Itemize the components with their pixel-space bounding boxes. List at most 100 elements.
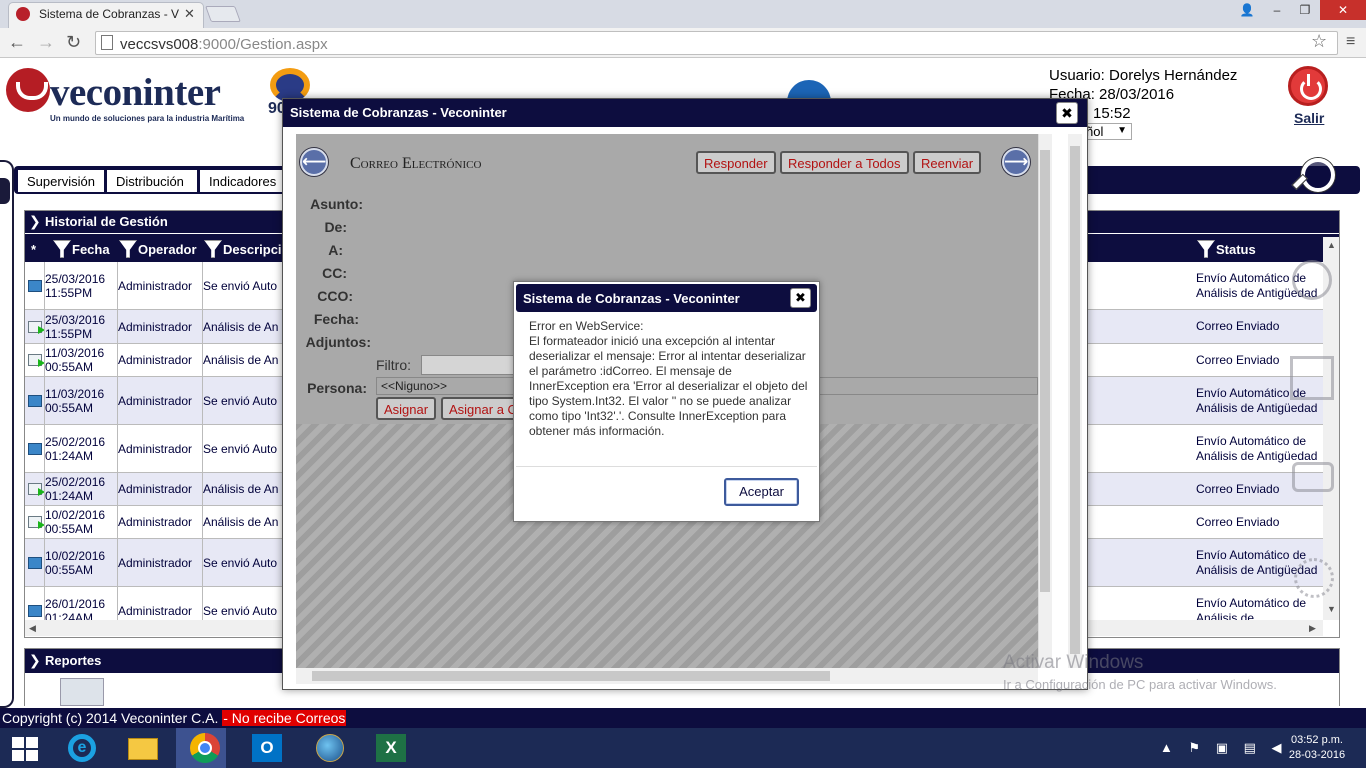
browser-tabstrip: [0, 0, 1366, 28]
profile-icon[interactable]: 👤: [1232, 0, 1262, 20]
reply-all-button[interactable]: Responder a Todos: [780, 151, 909, 174]
system-tray[interactable]: ▲ ⚑ ▣ ▤ ◀: [1160, 740, 1288, 756]
row-icon-cell: [25, 506, 45, 538]
power-icon[interactable]: [1288, 66, 1328, 106]
restore-button[interactable]: ❐: [1290, 0, 1320, 20]
iso-badge-icon: [270, 68, 310, 102]
row-icon-cell: [25, 377, 45, 424]
search-icon[interactable]: [1294, 158, 1335, 194]
error-dialog-close-button[interactable]: ✖: [790, 288, 811, 308]
cc-label: CC:: [322, 265, 347, 281]
row-date: 25/02/2016 01:24AM: [45, 473, 118, 505]
filter-icon[interactable]: [204, 240, 222, 258]
row-operator: Administrador: [118, 539, 203, 586]
tab-close-icon[interactable]: ✕: [184, 6, 195, 22]
clock-date: 28-03-2016: [1288, 749, 1346, 761]
row-date: 11/03/2016 00:55AM: [45, 344, 118, 376]
tab-supervision[interactable]: Supervisión: [17, 169, 105, 193]
modal-scroll-thumb[interactable]: [1040, 150, 1050, 592]
tab-indicadores[interactable]: Indicadores: [199, 169, 283, 193]
gear-icon: [1294, 558, 1334, 598]
network-icon: [1292, 260, 1332, 300]
report-icon[interactable]: [60, 678, 104, 706]
logo-tagline: Un mundo de soluciones para la industria…: [50, 114, 245, 123]
mail-warning-badge: - No recibe Correos: [222, 710, 347, 726]
document-send-icon: [27, 279, 42, 292]
scroll-up-icon[interactable]: ▲: [1327, 240, 1336, 250]
file-explorer-icon[interactable]: [128, 738, 158, 760]
logout-link[interactable]: Salir: [1294, 110, 1324, 126]
date-label: Fecha:: [313, 311, 359, 327]
assign-to-button[interactable]: Asignar a C: [441, 397, 517, 420]
language-value: ñol: [1086, 124, 1104, 139]
filter-icon[interactable]: [1197, 240, 1215, 258]
modal-close-button[interactable]: ✖: [1056, 102, 1078, 124]
chevron-right-icon: ❯: [29, 652, 41, 668]
address-bar[interactable]: veccsvs008:9000/Gestion.aspx: [95, 31, 1338, 55]
row-date: 11/03/2016 00:55AM: [45, 377, 118, 424]
filter-input[interactable]: [421, 355, 521, 375]
left-panel-toggle[interactable]: [0, 178, 10, 204]
minimize-button[interactable]: –: [1262, 0, 1292, 20]
column-description[interactable]: Descripci: [204, 236, 282, 262]
filter-icon[interactable]: [53, 240, 71, 258]
tab-favicon-icon: [16, 7, 30, 21]
row-date: 25/03/2016 11:55PM: [45, 310, 118, 343]
document-send-icon: [27, 394, 42, 407]
attachments-label: Adjuntos:: [305, 334, 371, 350]
accept-button[interactable]: Aceptar: [724, 478, 799, 506]
column-mark: *: [31, 242, 37, 257]
outlook-icon[interactable]: O: [252, 734, 282, 762]
tab-distribucion[interactable]: Distribución: [106, 169, 198, 193]
next-circle-button[interactable]: ⟶: [1002, 148, 1030, 176]
window-close-button[interactable]: ✕: [1320, 0, 1366, 20]
globe-app-icon[interactable]: [316, 734, 344, 762]
forward-button[interactable]: Reenviar: [913, 151, 982, 174]
back-arrow-icon[interactable]: ←: [8, 32, 26, 53]
scroll-right-icon[interactable]: ▶: [1309, 623, 1316, 634]
scroll-left-icon[interactable]: ◀: [29, 623, 36, 634]
person-label: Persona:: [307, 380, 367, 396]
language-select[interactable]: ñol ▼: [1083, 123, 1132, 140]
mail-icon: [27, 483, 44, 496]
column-operator[interactable]: Operador: [119, 236, 197, 262]
row-date: 26/01/2016 01:24AM: [45, 587, 118, 620]
bookmark-star-icon[interactable]: ☆: [1311, 31, 1327, 52]
filter-label: Filtro:: [376, 357, 411, 373]
subject-label: Asunto:: [310, 196, 363, 212]
filter-icon[interactable]: [119, 240, 137, 258]
browser-menu-icon[interactable]: ≡: [1346, 33, 1355, 51]
row-status: Correo Enviado: [1196, 319, 1280, 333]
activation-watermark-text: Ir a Configuración de PC para activar Wi…: [1003, 677, 1277, 692]
column-date[interactable]: Fecha: [53, 236, 110, 262]
internet-explorer-icon[interactable]: e: [68, 734, 96, 762]
row-operator: Administrador: [118, 310, 203, 343]
forward-arrow-icon[interactable]: →: [37, 32, 55, 53]
modal-hscroll-thumb[interactable]: [312, 671, 830, 681]
scroll-down-icon[interactable]: ▼: [1327, 604, 1336, 614]
column-status[interactable]: Status: [1197, 236, 1256, 262]
assign-button[interactable]: Asignar: [376, 397, 436, 420]
column-date-label: Fecha: [72, 242, 110, 257]
bcc-label: CCO:: [317, 288, 353, 304]
modal-outer-scroll-thumb[interactable]: [1070, 146, 1080, 654]
browser-tab[interactable]: Sistema de Cobranzas - V: [8, 2, 204, 28]
tab-title: Sistema de Cobranzas - V: [39, 7, 180, 21]
new-tab-button[interactable]: [205, 6, 241, 22]
row-operator: Administrador: [118, 473, 203, 505]
reload-icon[interactable]: ↻: [66, 32, 81, 53]
chevron-right-icon: ❯: [29, 213, 41, 229]
excel-icon[interactable]: X: [376, 734, 406, 762]
copyright-text: Copyright (c) 2014 Veconinter C.A.: [2, 710, 223, 726]
mail-title: Correo Electrónico: [350, 155, 482, 172]
taskbar-clock[interactable]: 03:52 p.m. 28-03-2016: [1284, 733, 1350, 763]
page-icon: [101, 35, 113, 50]
reply-button[interactable]: Responder: [696, 151, 776, 174]
row-operator: Administrador: [118, 425, 203, 472]
row-status: Correo Enviado: [1196, 514, 1280, 529]
to-label: A:: [328, 242, 343, 258]
back-circle-button[interactable]: ⟵: [300, 148, 328, 176]
chrome-icon[interactable]: [190, 733, 220, 763]
row-operator: Administrador: [118, 587, 203, 620]
windows-start-icon[interactable]: [12, 737, 38, 761]
